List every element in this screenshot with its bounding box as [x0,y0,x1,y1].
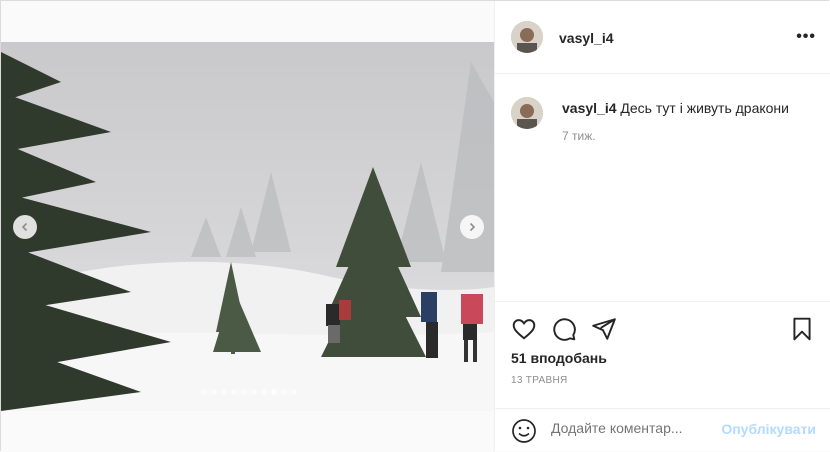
caption-text: Десь тут і живуть дракони [620,100,789,116]
carousel-dot [211,389,217,395]
carousel-dot [281,389,287,395]
post-container: vasyl_i4 ••• vasyl_i4 Десь тут і живуть … [0,0,830,451]
comment-input[interactable] [551,420,711,436]
carousel-indicator [201,389,297,395]
more-options-icon[interactable]: ••• [796,28,816,46]
publish-button[interactable]: Опублікувати [721,421,816,437]
post-photo[interactable] [1,42,494,411]
caption-avatar[interactable] [511,97,543,129]
comment-bar: Опублікувати [495,408,830,452]
carousel-dot [291,389,297,395]
carousel-dot [251,389,257,395]
emoji-icon[interactable] [511,418,537,444]
post-caption: vasyl_i4 Десь тут і живуть дракони [562,99,812,117]
post-sidebar: vasyl_i4 ••• vasyl_i4 Десь тут і живуть … [494,1,830,451]
comment-icon[interactable] [551,316,577,342]
post-media [1,1,494,451]
post-age[interactable]: 7 тиж. [562,129,596,143]
bookmark-icon[interactable] [789,316,815,342]
like-count[interactable]: 51 вподобань [511,350,607,366]
carousel-dot [231,389,237,395]
send-icon[interactable] [591,316,617,342]
carousel-dot [271,389,277,395]
avatar[interactable] [511,21,543,53]
heart-icon[interactable] [511,316,537,342]
carousel-dot [221,389,227,395]
chevron-left-icon[interactable] [13,215,37,239]
header-username[interactable]: vasyl_i4 [559,30,614,46]
carousel-dot [241,389,247,395]
carousel-dot [261,389,267,395]
post-header: vasyl_i4 ••• [495,1,830,74]
chevron-right-icon[interactable] [460,215,484,239]
carousel-dot [201,389,207,395]
caption-username[interactable]: vasyl_i4 [562,100,617,116]
post-date: 13 ТРАВНЯ [511,375,568,386]
action-bar: 51 вподобань 13 ТРАВНЯ [495,301,830,409]
